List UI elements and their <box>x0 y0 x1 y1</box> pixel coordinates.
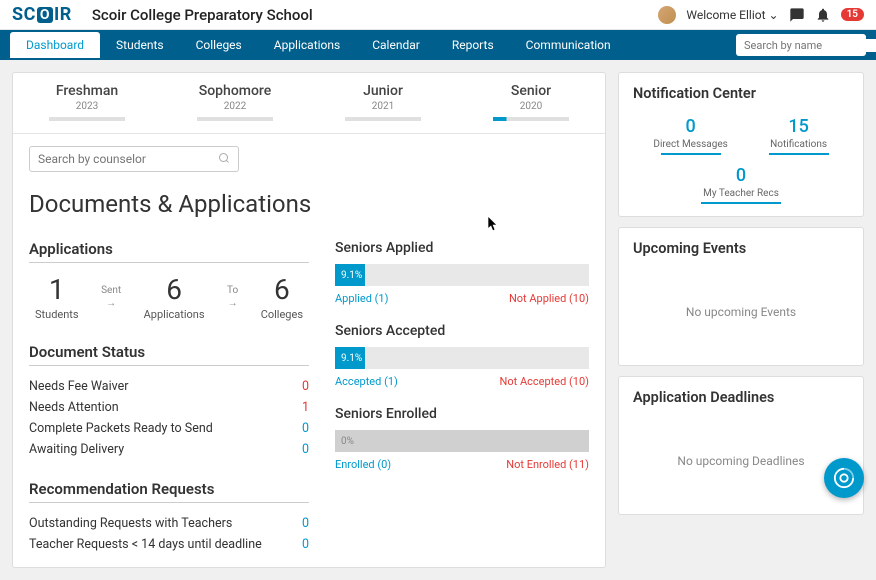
direct-messages[interactable]: 0 Direct Messages <box>653 116 727 155</box>
tab-sophomore[interactable]: Sophomore 2022 <box>161 73 309 133</box>
nav-applications[interactable]: Applications <box>258 32 356 58</box>
welcome-user[interactable]: Welcome Elliot ⌄ <box>686 8 778 22</box>
doc-row[interactable]: Awaiting Delivery0 <box>29 439 309 460</box>
search-icon <box>218 152 230 167</box>
nav-reports[interactable]: Reports <box>436 32 510 58</box>
enrolled-link[interactable]: Enrolled (0) <box>335 458 391 471</box>
notifications[interactable]: 15 Notifications <box>769 116 829 155</box>
nav-colleges[interactable]: Colleges <box>180 32 258 58</box>
upcoming-events: Upcoming Events No upcoming Events <box>618 227 864 366</box>
nav-search[interactable] <box>736 34 866 56</box>
page-title: Documents & Applications <box>29 190 589 218</box>
main-panel: Freshman 2023 Sophomore 2022 Junior 2021… <box>12 72 606 568</box>
app-stats: 1 Students Sent→ 6 Applications To→ 6 Co… <box>29 273 309 321</box>
application-deadlines: Application Deadlines No upcoming Deadli… <box>618 376 864 515</box>
arrow-to: To→ <box>227 285 238 309</box>
nav-students[interactable]: Students <box>100 32 180 58</box>
stat-students: 1 Students <box>35 273 79 321</box>
arrow-sent: Sent→ <box>101 285 121 309</box>
rec-requests-title: Recommendation Requests <box>29 480 309 503</box>
stat-colleges: 6 Colleges <box>261 273 303 321</box>
notification-badge[interactable]: 15 <box>841 8 864 21</box>
topbar: SCOIR Scoir College Preparatory School W… <box>0 0 876 30</box>
not-enrolled-link[interactable]: Not Enrolled (11) <box>506 458 589 471</box>
not-accepted-link[interactable]: Not Accepted (10) <box>500 375 589 388</box>
doc-row[interactable]: Needs Fee Waiver0 <box>29 376 309 397</box>
seniors-accepted: Seniors Accepted 9.1% Accepted (1)Not Ac… <box>335 323 589 388</box>
nav-calendar[interactable]: Calendar <box>356 32 436 58</box>
not-applied-link[interactable]: Not Applied (10) <box>509 292 589 305</box>
chat-icon[interactable] <box>789 7 805 23</box>
seniors-applied: Seniors Applied 9.1% Applied (1)Not Appl… <box>335 240 589 305</box>
notifications-icon[interactable] <box>815 7 831 23</box>
counselor-search[interactable] <box>29 146 239 172</box>
chevron-down-icon: ⌄ <box>769 8 779 22</box>
tab-freshman[interactable]: Freshman 2023 <box>13 73 161 133</box>
doc-row[interactable]: Needs Attention1 <box>29 397 309 418</box>
seniors-enrolled: Seniors Enrolled 0% Enrolled (0)Not Enro… <box>335 406 589 471</box>
doc-row[interactable]: Complete Packets Ready to Send0 <box>29 418 309 439</box>
rec-row[interactable]: Teacher Requests < 14 days until deadlin… <box>29 534 309 555</box>
nav-dashboard[interactable]: Dashboard <box>10 32 100 58</box>
class-tabs: Freshman 2023 Sophomore 2022 Junior 2021… <box>13 73 605 134</box>
avatar[interactable] <box>658 6 676 24</box>
tab-junior[interactable]: Junior 2021 <box>309 73 457 133</box>
nav-communication[interactable]: Communication <box>510 32 627 58</box>
logo[interactable]: SCOIR <box>12 4 72 25</box>
tab-senior[interactable]: Senior 2020 <box>457 73 605 133</box>
notification-center: Notification Center 0 Direct Messages 15… <box>618 72 864 217</box>
applied-link[interactable]: Applied (1) <box>335 292 388 305</box>
school-name: Scoir College Preparatory School <box>92 6 313 24</box>
accepted-link[interactable]: Accepted (1) <box>335 375 398 388</box>
applications-title: Applications <box>29 240 309 263</box>
chat-fab[interactable] <box>824 458 864 498</box>
doc-status-title: Document Status <box>29 343 309 366</box>
nav-search-input[interactable] <box>744 39 876 52</box>
navbar: Dashboard Students Colleges Applications… <box>0 30 876 60</box>
counselor-search-input[interactable] <box>38 152 218 166</box>
teacher-recs[interactable]: 0 My Teacher Recs <box>633 165 849 204</box>
stat-applications: 6 Applications <box>144 273 205 321</box>
rec-row[interactable]: Outstanding Requests with Teachers0 <box>29 513 309 534</box>
